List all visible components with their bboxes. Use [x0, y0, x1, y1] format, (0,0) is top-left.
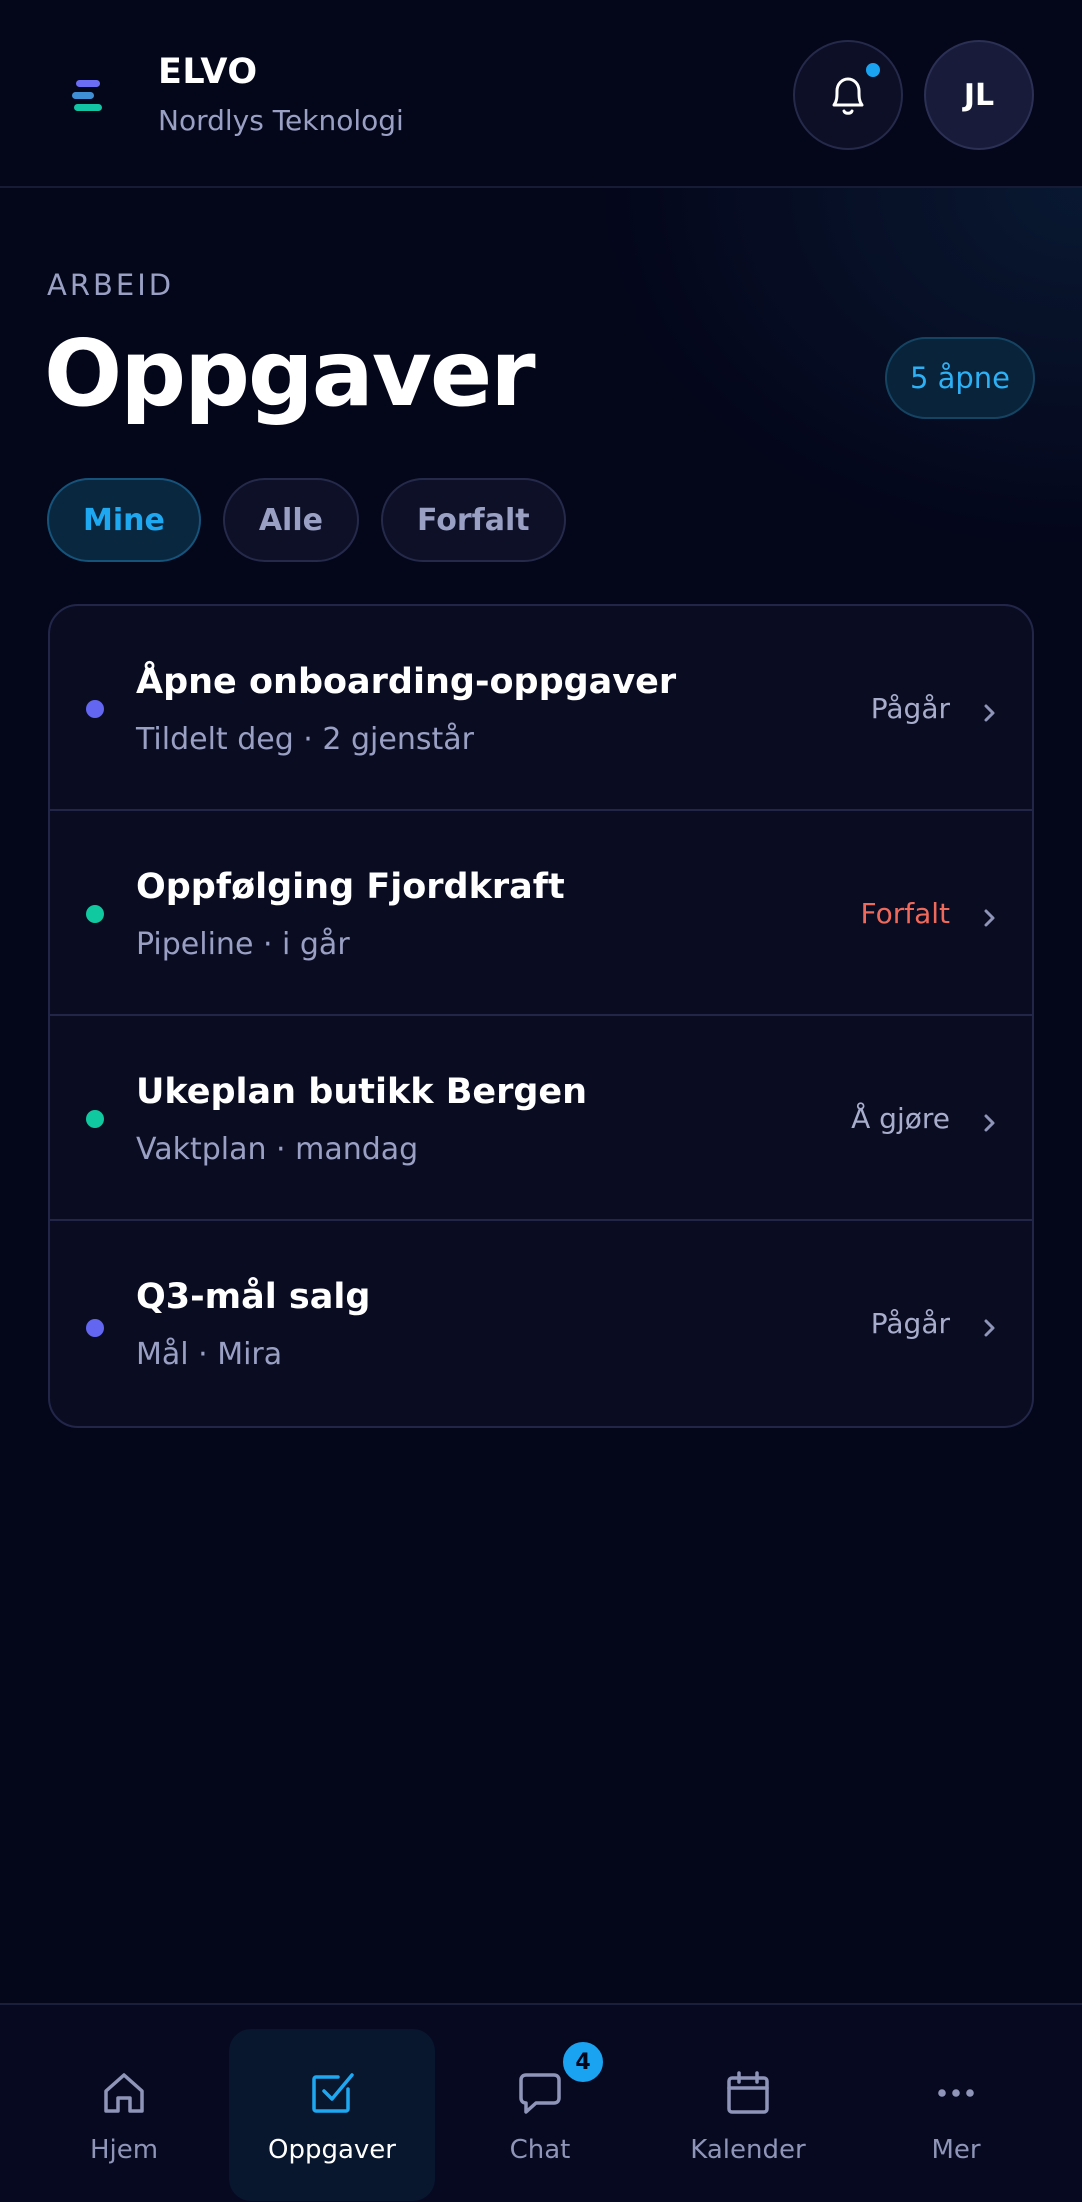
nav-home[interactable]: Hjem	[21, 2029, 227, 2201]
task-subtitle: Mål · Mira	[136, 1337, 283, 1372]
chevron-right-icon	[984, 704, 995, 722]
nav-label: Chat	[509, 2135, 571, 2165]
filter-mine[interactable]: Mine	[47, 478, 201, 562]
filter-chips: Mine Alle Forfalt	[47, 478, 566, 562]
section-eyebrow: ARBEID	[47, 268, 175, 302]
nav-more[interactable]: Mer	[853, 2029, 1059, 2201]
chat-icon	[519, 2073, 561, 2114]
tasks-screen: ELVO Nordlys Teknologi JL ARBEID Oppgave…	[0, 0, 1082, 2202]
nav-label: Kalender	[690, 2135, 806, 2165]
task-subtitle: Vaktplan · mandag	[136, 1132, 419, 1167]
chevron-right-icon	[984, 909, 995, 927]
app-header: ELVO Nordlys Teknologi JL	[0, 0, 1082, 188]
brand-subtitle: Nordlys Teknologi	[158, 104, 404, 137]
filter-overdue[interactable]: Forfalt	[380, 478, 566, 562]
avatar[interactable]: JL	[924, 40, 1034, 150]
page-title: Oppgaver	[44, 320, 536, 427]
task-status-dot	[86, 1319, 104, 1337]
task-row[interactable]: Q3-mål salg Mål · Mira Pågår	[50, 1221, 1032, 1426]
task-subtitle: Tildelt deg · 2 gjenstår	[136, 722, 474, 757]
calendar-icon	[727, 2071, 769, 2114]
task-status-dot	[86, 700, 104, 718]
task-subtitle: Pipeline · i går	[136, 927, 350, 962]
task-status: Pågår	[870, 1307, 950, 1340]
task-title: Åpne onboarding-oppgaver	[136, 662, 677, 702]
notifications-button[interactable]	[793, 40, 903, 150]
chat-unread-badge: 4	[560, 2039, 606, 2085]
home-icon	[104, 2073, 144, 2113]
task-title: Oppfølging Fjordkraft	[136, 867, 565, 907]
task-row[interactable]: Ukeplan butikk Bergen Vaktplan · mandag …	[50, 1016, 1032, 1221]
checkbox-icon	[312, 2073, 354, 2113]
nav-chat[interactable]: Chat	[437, 2029, 643, 2201]
task-list: Åpne onboarding-oppgaver Tildelt deg · 2…	[48, 604, 1034, 1428]
task-status: Forfalt	[860, 897, 950, 930]
chevron-right-icon	[984, 1114, 995, 1132]
brand-name: ELVO	[158, 52, 258, 92]
task-row[interactable]: Åpne onboarding-oppgaver Tildelt deg · 2…	[50, 606, 1032, 811]
task-status: Å gjøre	[851, 1102, 950, 1135]
task-title: Ukeplan butikk Bergen	[136, 1072, 588, 1112]
chevron-right-icon	[984, 1319, 995, 1337]
task-status: Pågår	[870, 692, 950, 725]
filter-all[interactable]: Alle	[222, 478, 359, 562]
elvo-logo-icon	[72, 80, 102, 111]
task-status-dot	[86, 1110, 104, 1128]
bell-icon	[832, 77, 864, 115]
more-icon	[938, 2089, 974, 2097]
nav-calendar[interactable]: Kalender	[645, 2029, 851, 2201]
nav-label: Mer	[931, 2135, 981, 2165]
open-count-badge: 5 åpne	[885, 337, 1035, 419]
nav-label: Hjem	[89, 2135, 159, 2165]
task-row[interactable]: Oppfølging Fjordkraft Pipeline · i går F…	[50, 811, 1032, 1016]
notification-dot	[863, 60, 883, 80]
nav-tasks[interactable]: Oppgaver	[229, 2029, 435, 2201]
task-title: Q3-mål salg	[136, 1277, 371, 1317]
task-status-dot	[86, 905, 104, 923]
bottom-nav: Hjem Oppgaver Chat 4 Kalender Mer	[0, 2003, 1082, 2202]
nav-label: Oppgaver	[268, 2135, 396, 2165]
